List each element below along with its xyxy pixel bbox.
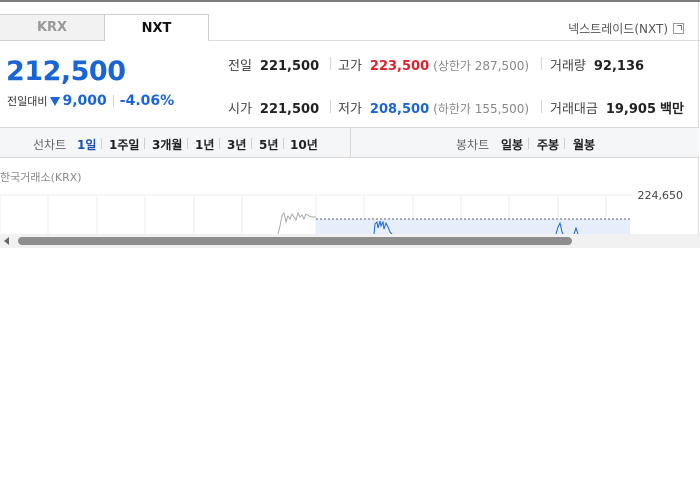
tab-divider <box>209 40 700 41</box>
nxt-external-link[interactable]: 넥스트레이드(NXT) <box>568 20 684 37</box>
period-divider <box>251 138 252 149</box>
period-divider <box>283 138 284 149</box>
scrollbar-thumb[interactable] <box>18 237 572 245</box>
candle-weekly[interactable]: 주봉 <box>537 136 559 153</box>
period-1w[interactable]: 1주일 <box>109 136 139 153</box>
period-divider <box>564 138 565 149</box>
period-1d[interactable]: 1일 <box>77 136 96 153</box>
period-divider <box>528 138 529 149</box>
stat-low: 저가 208,500 (하한가 155,500) <box>338 98 529 117</box>
stat-label: 시가 <box>228 102 252 117</box>
stat-value: 208,500 <box>369 102 430 117</box>
period-3y[interactable]: 3년 <box>227 136 246 153</box>
chart-source-label: 한국거래소(KRX) <box>0 171 82 184</box>
y-tick-top: 224,650 <box>638 189 684 202</box>
period-10y[interactable]: 10년 <box>290 136 318 153</box>
price-line-pre <box>277 211 316 235</box>
period-divider <box>144 138 145 149</box>
stat-label: 거래대금 <box>550 102 598 117</box>
stat-value: 223,500 <box>369 59 430 74</box>
top-border <box>0 0 700 2</box>
candle-chart-label: 봉차트 <box>456 138 490 152</box>
stat-value: 221,500 <box>259 102 320 117</box>
lower-limit: (하한가 155,500) <box>433 102 530 116</box>
stat-volume: 거래량 92,136 <box>550 55 644 74</box>
change-value: 9,000 <box>62 93 107 109</box>
stat-divider <box>541 57 542 70</box>
period-bar-divider <box>350 127 351 158</box>
period-5y[interactable]: 5년 <box>259 136 278 153</box>
stat-prev-close: 전일 221,500 <box>228 55 319 74</box>
stat-label: 고가 <box>338 59 362 74</box>
stat-high: 고가 223,500 (상한가 287,500) <box>338 55 529 74</box>
down-triangle-icon <box>50 96 61 106</box>
period-divider <box>101 138 102 149</box>
period-3m[interactable]: 3개월 <box>152 136 182 153</box>
stat-value: 92,136 <box>593 59 645 74</box>
line-chart-label: 선차트 <box>33 138 67 152</box>
stat-value: 19,905 <box>605 102 657 117</box>
upper-limit: (상한가 287,500) <box>433 59 530 73</box>
current-price: 212,500 <box>6 56 126 87</box>
change-label: 전일대비 <box>7 95 48 108</box>
tab-krx[interactable]: KRX <box>0 14 105 41</box>
stat-divider <box>541 100 542 113</box>
stat-value: 221,500 <box>259 59 320 74</box>
period-1y[interactable]: 1년 <box>195 136 214 153</box>
stat-label: 거래량 <box>550 59 586 74</box>
candle-daily[interactable]: 일봉 <box>501 136 523 153</box>
nxt-link-label: 넥스트레이드(NXT) <box>568 22 668 36</box>
stat-label: 전일 <box>228 59 252 74</box>
intraday-chart: 224,650 <box>0 189 684 236</box>
scroll-left-arrow-icon[interactable] <box>4 237 9 245</box>
tab-nxt[interactable]: NXT <box>104 14 209 41</box>
change-percent: -4.06% <box>119 93 175 109</box>
change-divider <box>112 95 114 107</box>
stat-amount: 거래대금 19,905 백만 <box>550 98 684 117</box>
period-divider <box>219 138 220 149</box>
price-change: 전일대비 9,000 -4.06% <box>7 93 174 109</box>
stat-divider <box>330 57 331 70</box>
stat-divider <box>330 100 331 113</box>
period-divider <box>187 138 188 149</box>
external-link-icon <box>673 23 684 34</box>
candle-monthly[interactable]: 월봉 <box>573 136 595 153</box>
stat-label: 저가 <box>338 102 362 117</box>
stat-open: 시가 221,500 <box>228 98 319 117</box>
stat-unit: 백만 <box>660 102 684 117</box>
